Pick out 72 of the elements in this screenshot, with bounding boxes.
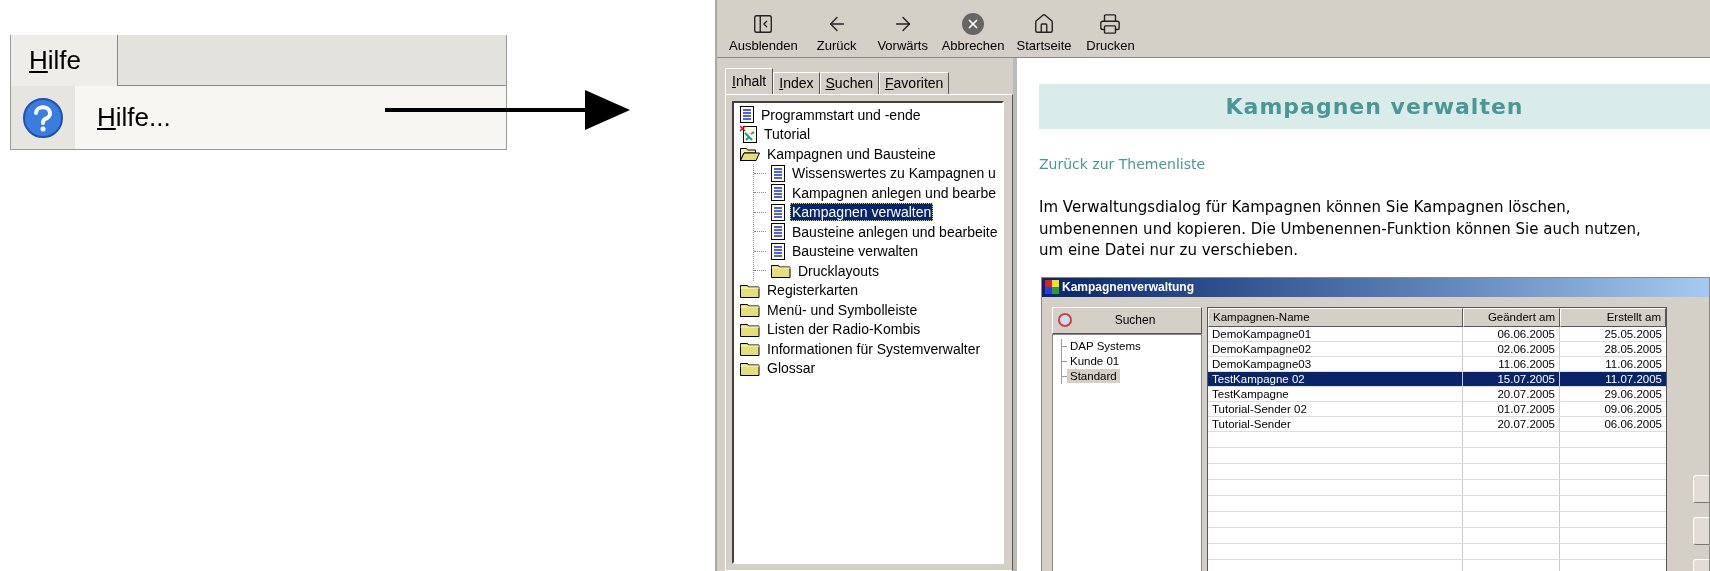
tree-item[interactable]: Kampagnen und Bausteine xyxy=(765,145,938,162)
document-icon xyxy=(771,184,785,202)
tree-item[interactable]: Bausteine anlegen und bearbeite xyxy=(790,223,1000,240)
dialog-title: Kampagnenverwaltung xyxy=(1062,279,1195,296)
tree-item[interactable]: Kunde 01 xyxy=(1067,354,1123,368)
column-header[interactable]: Erstellt am xyxy=(1560,307,1666,327)
tree-item[interactable]: DAP Systems xyxy=(1067,339,1144,353)
close-icon xyxy=(962,13,985,35)
table-cell: TestKampagne 02 xyxy=(1208,371,1463,386)
tree-item[interactable]: Glossar xyxy=(765,360,818,377)
table-cell: 01.07.2005 xyxy=(1463,401,1560,416)
tree-item[interactable]: Tutorial xyxy=(762,126,813,143)
help-icon xyxy=(22,96,64,139)
toolbar-button[interactable]: Ausblenden xyxy=(723,13,804,54)
topic-paragraph: Im Verwaltungsdialog für Kampagnen können Sie Kampagnen löschen, umbenennen und kopieren. Die Umbenennen-Funktion können Sie auch nutzen, um eine Datei nur zu verschieben. xyxy=(1039,197,1642,261)
table-cell: 20.07.2005 xyxy=(1463,386,1560,401)
search-button[interactable]: Suchen xyxy=(1052,306,1202,334)
app-logo-icon xyxy=(1045,280,1059,294)
toolbar-button[interactable]: Abbrechen xyxy=(935,13,1011,54)
column-header[interactable]: Kampagnen-Name xyxy=(1208,307,1463,327)
table-cell-text: 11.07.2005 xyxy=(1604,371,1663,386)
toolbar-button[interactable]: Vorwärts xyxy=(869,13,936,54)
table-cell-text: 09.06.2005 xyxy=(1603,401,1663,416)
document-icon xyxy=(771,203,785,221)
table-cell: Tutorial-Sender 02 xyxy=(1208,401,1463,416)
table-cell: 11.06.2005 xyxy=(1463,356,1560,371)
document-icon xyxy=(771,164,785,182)
tab[interactable]: Inhalt xyxy=(725,68,774,94)
column-header[interactable]: Geändert am xyxy=(1463,307,1560,327)
side-toolbar-button[interactable] xyxy=(1693,516,1709,545)
tree-item[interactable]: Wissenswertes zu Kampagnen u xyxy=(790,165,998,182)
document-icon xyxy=(740,106,754,124)
document-icon xyxy=(771,242,785,260)
topic-title: Kampagnen verwalten xyxy=(1039,84,1710,129)
table-cell: 20.07.2005 xyxy=(1463,416,1560,431)
tab[interactable]: Suchen xyxy=(819,72,879,94)
side-toolbar-button[interactable] xyxy=(1693,474,1709,503)
tree-item[interactable]: Drucklayouts xyxy=(796,262,881,279)
table-cell: 06.06.2005 xyxy=(1463,326,1560,341)
document-icon xyxy=(771,223,785,241)
printer-icon xyxy=(1099,13,1122,35)
table-cell: Tutorial-Sender xyxy=(1208,416,1463,431)
table-cell: DemoKampagne01 xyxy=(1208,326,1463,341)
table-cell-text: 29.06.2005 xyxy=(1603,386,1663,401)
table-cell-text: 11.06.2005 xyxy=(1604,356,1663,371)
wrench-document-icon xyxy=(740,125,757,144)
table-cell: 02.06.2005 xyxy=(1463,341,1560,356)
tree-item[interactable]: Listen der Radio-Kombis xyxy=(765,321,923,338)
toolbar-button[interactable]: Drucken xyxy=(1077,13,1144,54)
tab[interactable]: Index xyxy=(773,72,820,94)
home-icon xyxy=(1033,13,1055,35)
tree-item[interactable]: Menü- und Symbolleiste xyxy=(765,301,920,318)
tree-item[interactable]: Kampagnen verwalten xyxy=(790,203,934,222)
tree-item[interactable]: Registerkarten xyxy=(765,282,861,299)
toolbar-button[interactable]: Zurück xyxy=(803,13,870,54)
tree-item[interactable]: Kampagnen anlegen und bearbe xyxy=(790,184,998,201)
table-cell: DemoKampagne03 xyxy=(1208,356,1463,371)
tree-item[interactable]: Programmstart und -ende xyxy=(759,106,923,123)
table-cell-text: 25.05.2005 xyxy=(1603,326,1663,341)
tree-item[interactable]: Standard xyxy=(1067,369,1120,383)
tab[interactable]: Favoriten xyxy=(879,72,950,94)
table-cell-text: 06.06.2005 xyxy=(1603,416,1663,431)
tree-item[interactable]: Bausteine verwalten xyxy=(790,243,921,260)
menu-title[interactable]: Hilfe xyxy=(11,35,118,86)
table-cell-text: 28.05.2005 xyxy=(1603,341,1663,356)
table-cell: TestKampagne xyxy=(1208,386,1463,401)
menu-item[interactable]: Hilfe... xyxy=(97,98,171,137)
table-cell: 15.07.2005 xyxy=(1463,371,1560,386)
panel-icon xyxy=(752,13,775,35)
table-cell: DemoKampagne02 xyxy=(1208,341,1463,356)
toolbar-button[interactable]: Startseite xyxy=(1010,13,1078,54)
tree-item[interactable]: Informationen für Systemverwalter xyxy=(765,340,983,357)
